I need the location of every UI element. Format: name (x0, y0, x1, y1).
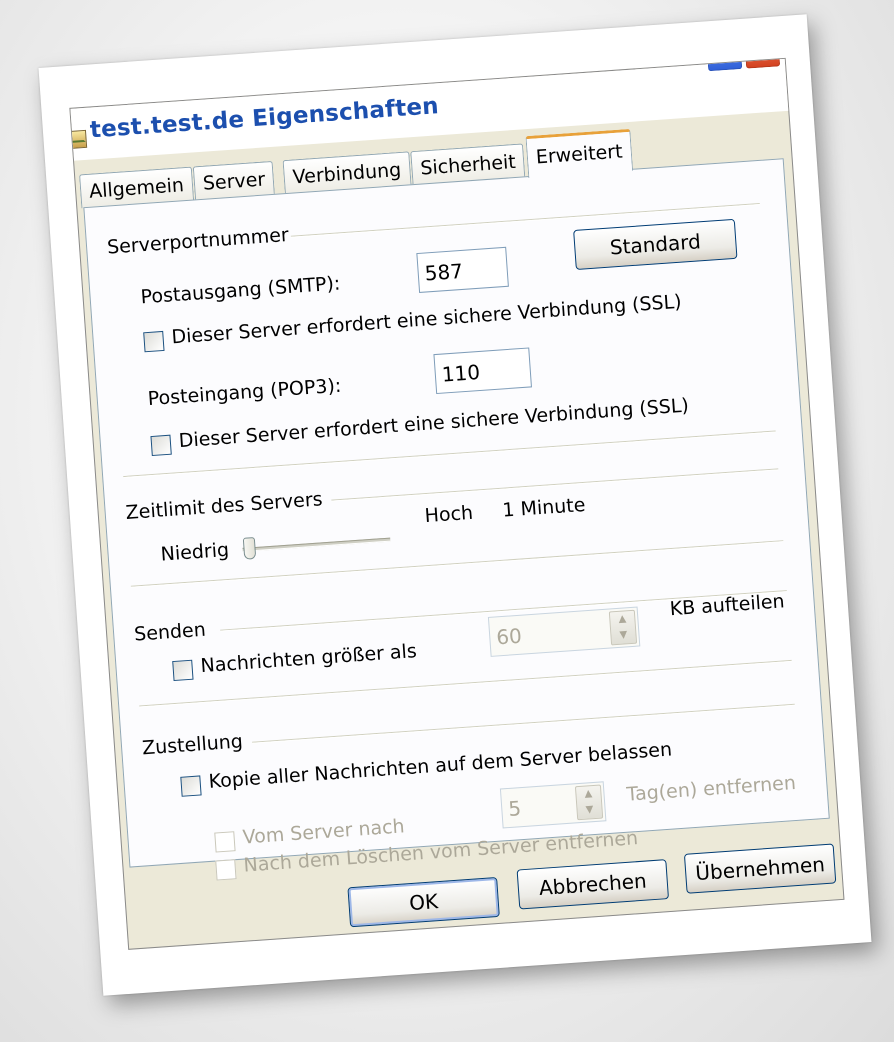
remove-after-checkbox[interactable] (214, 831, 236, 853)
smtp-port-input[interactable]: 587 (416, 246, 509, 293)
ok-button[interactable]: OK (347, 876, 500, 928)
remove-after-days-input[interactable]: 5 ▲ ▼ (499, 781, 607, 829)
remove-after-days-value: 5 (507, 796, 522, 821)
advanced-panel: Serverportnummer Postausgang (SMTP): 587… (83, 158, 830, 868)
window-title: test.test.de Eigenschaften (89, 93, 440, 144)
timeout-value-label: 1 Minute (501, 493, 587, 522)
split-messages-label: Nachrichten größer als (199, 640, 418, 678)
split-size-spinner[interactable]: ▲ ▼ (608, 609, 638, 646)
standard-button[interactable]: Standard (573, 218, 738, 270)
timeout-high-label: Hoch (423, 501, 474, 528)
tab-erweitert[interactable]: Erweitert (525, 128, 633, 179)
group-delivery: Zustellung (141, 730, 244, 760)
pop3-port-input[interactable]: 110 (433, 347, 532, 395)
smtp-label: Postausgang (SMTP): (139, 272, 341, 309)
remove-after-days-spinner[interactable]: ▲ ▼ (574, 784, 604, 821)
group-timeout: Zeitlimit des Servers (124, 488, 324, 524)
separator (252, 703, 795, 744)
photo-frame: test.test.de Eigenschaften ? X Allgemein… (38, 14, 872, 996)
timeout-slider-thumb[interactable] (243, 537, 257, 560)
split-unit-label: KB aufteilen (669, 590, 786, 621)
close-button[interactable]: X (742, 57, 782, 70)
split-messages-checkbox[interactable] (172, 659, 194, 682)
smtp-ssl-checkbox[interactable] (143, 330, 165, 353)
split-size-input[interactable]: 60 ▲ ▼ (487, 606, 641, 657)
remove-after-unit-label: Tag(en) entfernen (625, 771, 797, 806)
keep-copy-checkbox[interactable] (180, 775, 202, 797)
timeout-low-label: Niedrig (159, 538, 230, 566)
split-size-value: 60 (495, 623, 523, 650)
group-send: Senden (133, 618, 207, 646)
help-button[interactable]: ? (704, 57, 744, 73)
mail-account-icon (69, 129, 88, 150)
timeout-slider-track[interactable] (242, 537, 391, 552)
pop3-ssl-checkbox[interactable] (150, 434, 172, 457)
properties-dialog: test.test.de Eigenschaften ? X Allgemein… (69, 57, 845, 950)
remove-after-label: Vom Server nach (241, 815, 406, 849)
pop3-label: Posteingang (POP3): (147, 374, 342, 411)
apply-button[interactable]: Übernehmen (683, 843, 837, 894)
group-serverports: Serverportnummer (106, 223, 290, 259)
remove-on-delete-checkbox[interactable] (215, 859, 237, 881)
cancel-button[interactable]: Abbrechen (516, 859, 670, 910)
